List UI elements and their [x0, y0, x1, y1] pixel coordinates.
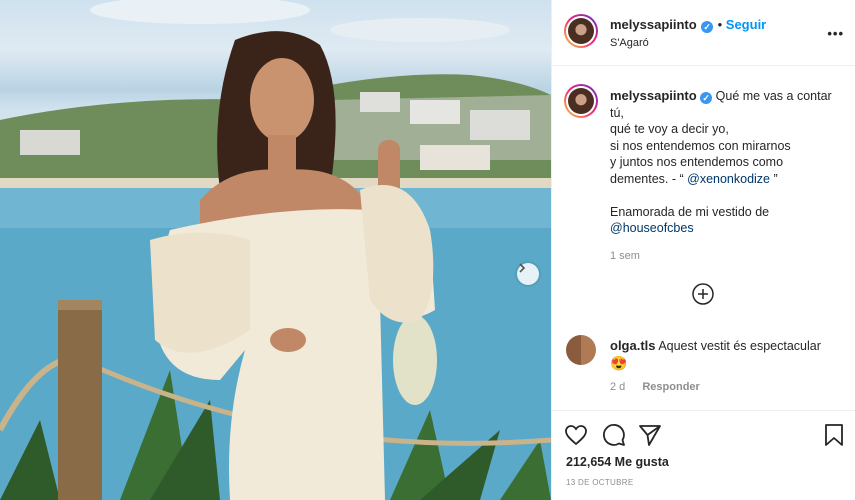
more-options-icon[interactable]: •••: [827, 26, 844, 41]
separator-dot: •: [717, 17, 726, 32]
post-date[interactable]: 13 DE OCTUBRE: [566, 478, 633, 487]
plus-circle-icon: [692, 283, 714, 305]
verified-badge-icon: ✓: [700, 92, 713, 104]
comment-meta: 2 d Responder: [610, 381, 714, 393]
chevron-right-icon: [519, 263, 526, 273]
comment-avatar[interactable]: [566, 335, 596, 365]
save-button[interactable]: [822, 423, 846, 447]
caption-username[interactable]: melyssapiinto: [610, 88, 697, 103]
comment-button[interactable]: [602, 423, 626, 447]
location-link[interactable]: S'Agaró: [610, 37, 649, 49]
mention-link[interactable]: @xenonkodize: [687, 172, 770, 186]
avatar[interactable]: [564, 14, 598, 48]
post-header: melyssapiinto ✓ • Seguir S'Agaró •••: [552, 0, 855, 66]
mention-link[interactable]: @houseofcbes: [610, 221, 694, 235]
post-side-panel: melyssapiinto ✓ • Seguir S'Agaró ••• mel…: [551, 0, 855, 500]
paper-plane-icon: [639, 425, 661, 446]
like-button[interactable]: [564, 423, 588, 447]
caption-timestamp[interactable]: 1 sem: [610, 250, 640, 262]
reply-button[interactable]: Responder: [642, 381, 699, 393]
post-caption: melyssapiinto ✓ Qué me vas a contar tú, …: [610, 88, 842, 237]
comment-username[interactable]: olga.tls: [610, 338, 656, 353]
verified-badge-icon: ✓: [701, 21, 714, 33]
comment-emoji: 😍: [610, 355, 628, 371]
post-photo[interactable]: [0, 0, 551, 500]
comment: olga.tls Aquest vestit és espectacular 😍: [610, 337, 845, 373]
comment-timestamp[interactable]: 2 d: [610, 381, 625, 393]
load-more-comments-button[interactable]: [692, 283, 714, 305]
action-bar: [552, 410, 855, 446]
follow-button[interactable]: Seguir: [726, 17, 766, 32]
bookmark-icon: [825, 424, 843, 446]
next-photo-button[interactable]: [517, 263, 539, 285]
comment-text: Aquest vestit és espectacular: [658, 339, 821, 353]
likes-count[interactable]: 212,654 Me gusta: [566, 455, 669, 469]
heart-icon: [565, 425, 587, 446]
instagram-post: melyssapiinto ✓ • Seguir S'Agaró ••• mel…: [0, 0, 855, 500]
caption-avatar[interactable]: [564, 84, 598, 118]
comment-icon: [603, 424, 625, 446]
username-link[interactable]: melyssapiinto: [610, 17, 697, 32]
header-user-row: melyssapiinto ✓ • Seguir: [610, 16, 766, 34]
photo-illustration: [0, 0, 551, 500]
share-button[interactable]: [638, 423, 662, 447]
